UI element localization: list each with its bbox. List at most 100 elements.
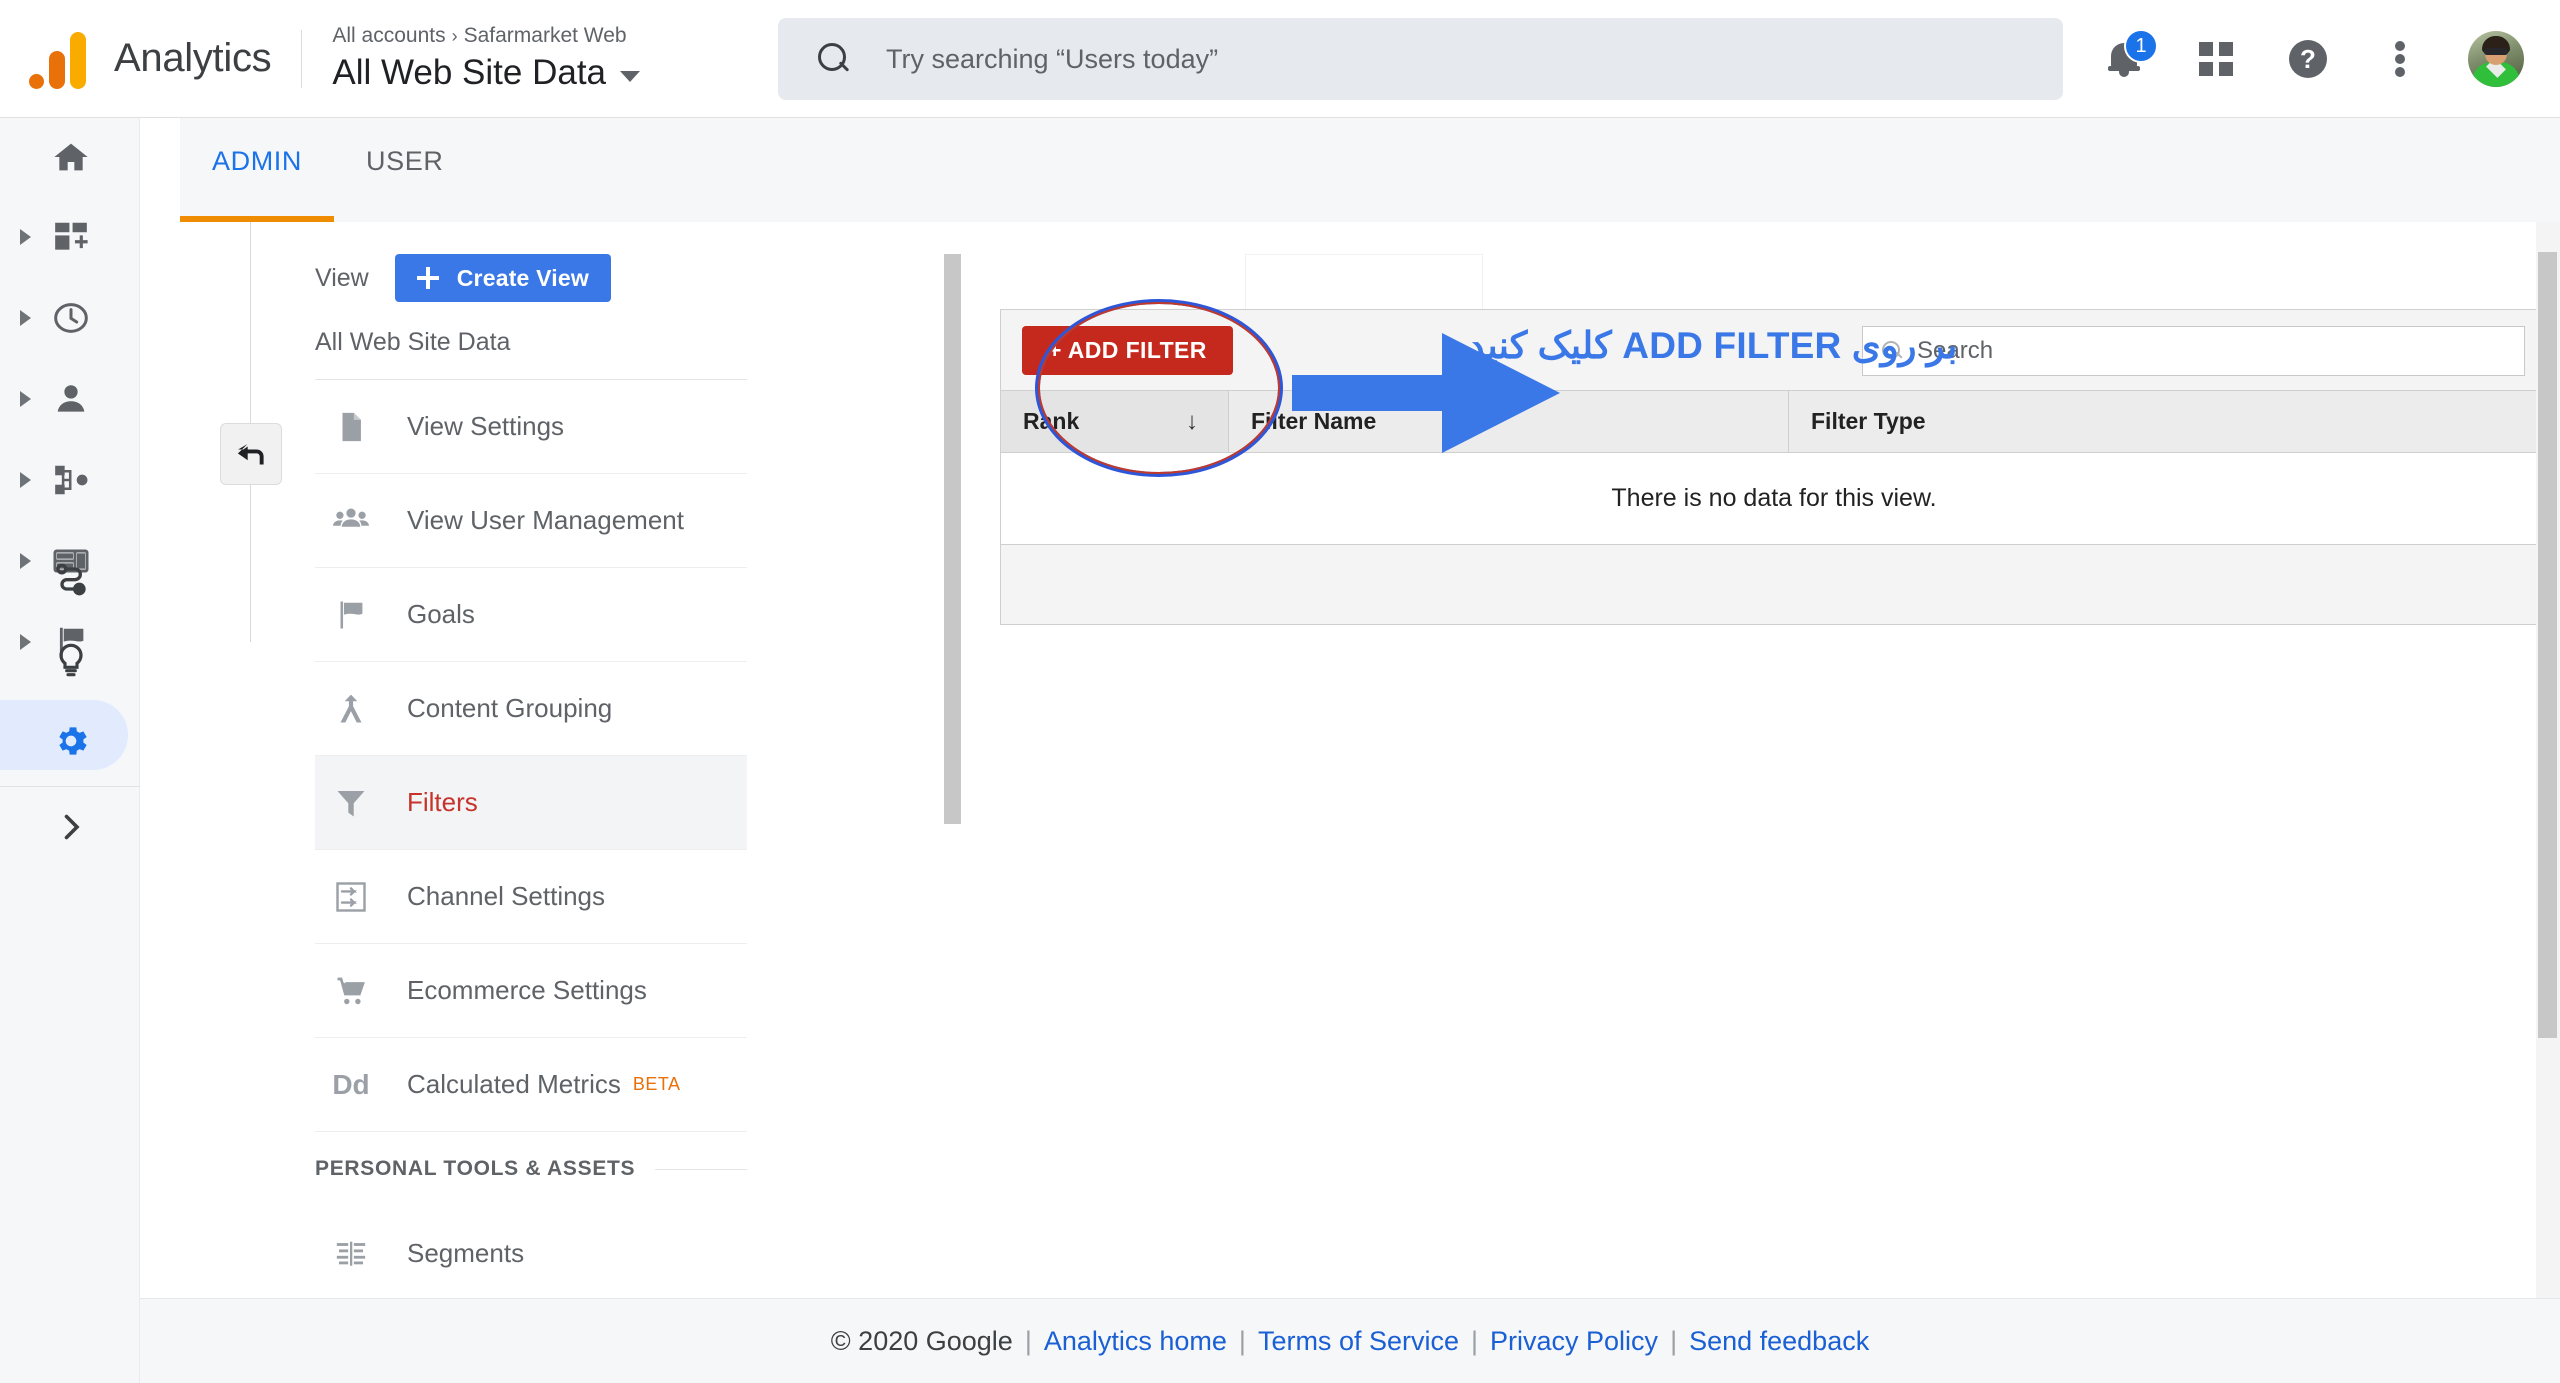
footer-separator: | [1238, 1325, 1246, 1356]
current-view-name: All Web Site Data [315, 328, 511, 356]
table-empty-row: There is no data for this view. [1000, 452, 2548, 545]
breadcrumb-separator: › [451, 25, 458, 46]
content-scrollbar-thumb[interactable] [2538, 252, 2557, 1038]
sidebar-item-admin[interactable] [0, 700, 140, 781]
chevron-down-icon[interactable] [620, 70, 641, 82]
lightbulb-icon [48, 637, 94, 683]
top-bar: Analytics All accounts › Safarmarket Web A… [0, 0, 2560, 118]
menu-scrollbar-thumb[interactable] [944, 254, 961, 824]
sidebar-item-goals[interactable]: Goals [315, 568, 747, 662]
column-header-rank[interactable]: Rank ↓ [1000, 390, 1229, 453]
sidebar-item-label: Filters [407, 787, 478, 817]
search-placeholder: Try searching “Users today” [886, 43, 1219, 74]
breadcrumb: All accounts › Safarmarket Web [332, 22, 640, 49]
sidebar-item-acquisition[interactable] [0, 439, 140, 520]
plus-icon [416, 267, 439, 289]
view-settings-menu: View Create View All Web Site Data View … [180, 222, 764, 1298]
flag-icon [325, 597, 377, 633]
search-icon [816, 42, 850, 76]
add-filter-button[interactable]: + ADD FILTER [1022, 326, 1233, 375]
sidebar-item-label: View Settings [407, 411, 565, 441]
sidebar-item-label: Content Grouping [407, 693, 613, 723]
chevron-right-icon [48, 804, 94, 850]
person-icon [48, 376, 94, 422]
sidebar-item-view-settings[interactable]: View Settings [315, 380, 747, 474]
tab-user[interactable]: USER [334, 146, 475, 222]
footer-link-analytics-home[interactable]: Analytics home [1044, 1326, 1227, 1357]
expand-arrow-icon[interactable] [20, 471, 31, 488]
expand-rail-button[interactable] [0, 786, 140, 867]
expand-arrow-icon[interactable] [20, 390, 31, 407]
help-glyph: ? [2289, 40, 2327, 78]
notifications-bell-icon[interactable]: 1 [2100, 29, 2158, 83]
notification-badge: 1 [2124, 29, 2158, 63]
filters-content: + ADD FILTER Search Rank ↓ Filter Name F… [1000, 222, 2560, 1298]
home-icon [48, 134, 94, 180]
expand-arrow-icon[interactable] [20, 228, 31, 245]
sidebar-item-segments[interactable]: Segments [315, 1206, 747, 1298]
gear-icon [48, 718, 94, 764]
footer-separator: | [1670, 1325, 1678, 1356]
left-nav-rail [0, 118, 140, 1383]
footer-link-privacy-policy[interactable]: Privacy Policy [1490, 1326, 1658, 1357]
section-rule [655, 1168, 747, 1170]
sidebar-item-label: Channel Settings [407, 881, 606, 911]
create-view-button[interactable]: Create View [394, 254, 611, 302]
sidebar-item-attribution[interactable] [0, 619, 140, 700]
table-footer-cell [1000, 544, 2548, 625]
sidebar-item-content-grouping[interactable]: Content Grouping [315, 662, 747, 756]
avatar[interactable] [2468, 31, 2524, 87]
sidebar-item-channel-settings[interactable]: Channel Settings [315, 850, 747, 944]
filters-search-input[interactable]: Search [1862, 326, 2525, 376]
section-title: PERSONAL TOOLS & ASSETS [315, 1157, 636, 1180]
help-circle-icon[interactable]: ? [2284, 35, 2332, 83]
sidebar-item-label: Calculated Metrics [407, 1069, 621, 1099]
sidebar-item-audience[interactable] [0, 358, 140, 439]
content-grouping-icon [325, 691, 377, 727]
column-header-filter-name[interactable]: Filter Name [1228, 390, 1789, 453]
sidebar-item-ecommerce-settings[interactable]: Ecommerce Settings [315, 944, 747, 1038]
sidebar-item-discover[interactable] [0, 538, 140, 619]
google-analytics-admin-page: Analytics All accounts › Safarmarket Web A… [0, 0, 2560, 1383]
page-title: All Web Site Data [332, 53, 607, 93]
view-header: View Create View [180, 222, 764, 302]
breadcrumb-all-accounts[interactable]: All accounts [332, 24, 445, 47]
footer-copyright: © 2020 Google [830, 1325, 1013, 1356]
sidebar-item-filters[interactable]: Filters [315, 756, 747, 850]
apps-grid-icon[interactable] [2192, 35, 2240, 83]
sidebar-item-view-user-management[interactable]: View User Management [315, 474, 747, 568]
admin-user-tabs: ADMIN USER [180, 118, 2560, 222]
sidebar-item-calculated-metrics[interactable]: Dd Calculated Metrics BETA [315, 1038, 747, 1132]
sidebar-item-customization[interactable] [0, 196, 140, 277]
sidebar-item-realtime[interactable] [0, 277, 140, 358]
annotation-text: بر روی ADD FILTER کلیک کنید [1468, 325, 1958, 366]
admin-main-panel: View Create View All Web Site Data View … [180, 222, 2560, 1298]
tab-user-label: USER [366, 146, 444, 176]
empty-message: There is no data for this view. [1000, 452, 2548, 545]
sidebar-item-home[interactable] [0, 118, 140, 196]
account-selector[interactable]: All accounts › Safarmarket Web All Web Sit… [332, 22, 641, 95]
breadcrumb-account[interactable]: Safarmarket Web [464, 24, 627, 47]
collapse-panel-button[interactable] [220, 423, 282, 485]
arrow-left-icon [237, 444, 264, 465]
tab-admin[interactable]: ADMIN [180, 146, 334, 222]
header-divider [301, 29, 303, 88]
column-header-filter-type[interactable]: Filter Type [1788, 390, 2548, 453]
expand-arrow-icon[interactable] [20, 309, 31, 326]
footer-link-terms-of-service[interactable]: Terms of Service [1258, 1326, 1459, 1357]
footer-link-send-feedback[interactable]: Send feedback [1689, 1326, 1869, 1357]
segments-icon [325, 1236, 377, 1270]
global-search-input[interactable]: Try searching “Users today” [778, 18, 2063, 100]
tab-admin-label: ADMIN [212, 146, 302, 176]
footer: © 2020 Google | Analytics home | Terms o… [140, 1298, 2560, 1383]
beta-badge: BETA [632, 1074, 681, 1094]
sort-descending-icon: ↓ [1186, 407, 1198, 435]
table-header-row: Rank ↓ Filter Name Filter Type [1000, 390, 2548, 453]
view-column-label: View [315, 263, 369, 292]
table-footer-row [1000, 544, 2548, 625]
analytics-logo-icon[interactable] [26, 29, 88, 89]
view-title-row[interactable]: All Web Site Data [332, 51, 641, 95]
funnel-filter-icon [325, 785, 377, 821]
more-vert-icon[interactable] [2376, 35, 2424, 83]
sidebar-item-label: Segments [407, 1237, 525, 1268]
